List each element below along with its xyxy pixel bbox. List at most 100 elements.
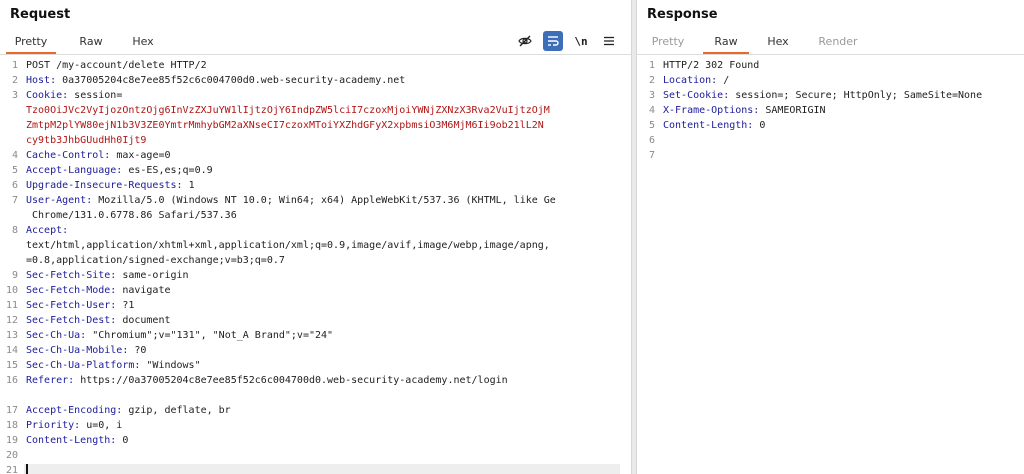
- header-value: max-age=0: [110, 150, 171, 161]
- tab-render[interactable]: Render: [809, 35, 867, 54]
- header-name: Accept-Encoding:: [26, 405, 123, 416]
- code-line: 2 Host: 0a37005204c8e7ee85f52c6c004700d0.…: [0, 74, 631, 88]
- tab-raw[interactable]: Raw: [66, 35, 116, 54]
- code-text: Tzo0OiJVc2VyIjozOntzOjg6InVzZXJuYW1lIjtz…: [26, 105, 550, 116]
- line-number: 3: [11, 90, 18, 101]
- header-name: User-Agent:: [26, 195, 93, 206]
- header-value: same-origin: [116, 270, 189, 281]
- line-number: 14: [5, 345, 18, 356]
- header-name: Sec-Ch-Ua-Platform:: [26, 360, 141, 371]
- tab-hex[interactable]: Hex: [118, 35, 168, 54]
- line-number: 2: [11, 75, 18, 86]
- header-value: navigate: [116, 285, 171, 296]
- header-value: gzip, deflate, br: [122, 405, 231, 416]
- code-line: 9 Sec-Fetch-Site: same-origin: [0, 269, 631, 283]
- line-number: 2: [648, 75, 655, 86]
- request-title: Request: [10, 7, 71, 22]
- line-number: 20: [5, 450, 18, 461]
- tab-pretty[interactable]: Pretty: [6, 35, 56, 54]
- code-text: Sec-Fetch-Mode: navigate: [26, 284, 627, 298]
- code-line: 19 Content-Length: 0: [0, 434, 631, 448]
- code-line: 15 Sec-Ch-Ua-Platform: "Windows": [0, 359, 631, 373]
- code-text: User-Agent: Mozilla/5.0 (Windows NT 10.0…: [26, 194, 627, 208]
- newline-icon[interactable]: \n: [571, 31, 591, 51]
- code-line: 6 Upgrade-Insecure-Requests: 1: [0, 179, 631, 193]
- code-text: HTTP/2 302 Found: [663, 60, 760, 71]
- code-line: 3 Set-Cookie: session=; Secure; HttpOnly;…: [637, 89, 1024, 103]
- header-value: Mozilla/5.0 (Windows NT 10.0; Win64; x64…: [92, 195, 556, 206]
- header-value: /: [717, 75, 730, 86]
- response-tabs: Pretty Raw Hex Render: [637, 32, 1024, 55]
- line-number: 1: [11, 60, 18, 71]
- code-line: 7 User-Agent: Mozilla/5.0 (Windows NT 10.…: [0, 194, 631, 208]
- line-number: 17: [5, 405, 18, 416]
- code-line: 10 Sec-Fetch-Mode: navigate: [0, 284, 631, 298]
- header-name: Sec-Fetch-Site:: [26, 270, 117, 281]
- code-line: 18 Priority: u=0, i: [0, 419, 631, 433]
- code-line: 12 Sec-Fetch-Dest: document: [0, 314, 631, 328]
- header-name: Location:: [663, 75, 718, 86]
- header-name: Content-Length:: [663, 120, 754, 131]
- response-title: Response: [647, 7, 718, 22]
- code-text: Host: 0a37005204c8e7ee85f52c6c004700d0.w…: [26, 74, 627, 88]
- line-number: 15: [5, 360, 18, 371]
- header-name: Priority:: [26, 420, 81, 431]
- line-number: 18: [5, 420, 18, 431]
- header-name: Upgrade-Insecure-Requests:: [26, 180, 183, 191]
- code-text: Priority: u=0, i: [26, 419, 627, 433]
- code-text: Sec-Fetch-Site: same-origin: [26, 269, 627, 283]
- line-number: 7: [11, 195, 18, 206]
- request-toolbar: \n: [515, 31, 625, 51]
- tab-pretty[interactable]: Pretty: [643, 35, 693, 54]
- code-text: Sec-Ch-Ua-Mobile: ?0: [26, 344, 627, 358]
- code-text: Accept-Language: es-ES,es;q=0.9: [26, 164, 627, 178]
- header-name: Cache-Control:: [26, 150, 111, 161]
- code-text: Sec-Fetch-User: ?1: [26, 299, 627, 313]
- eye-slash-icon[interactable]: [515, 31, 535, 51]
- line-number: 5: [11, 165, 18, 176]
- tab-hex[interactable]: Hex: [755, 35, 801, 54]
- code-line: Chrome/131.0.6778.86 Safari/537.36: [0, 209, 631, 223]
- header-name: Accept:: [26, 225, 69, 236]
- code-line: 1 HTTP/2 302 Found: [637, 59, 1024, 73]
- code-text: Referer: https://0a37005204c8e7ee85f52c6…: [26, 374, 627, 388]
- code-line: text/html,application/xhtml+xml,applicat…: [0, 239, 631, 253]
- header-name: Sec-Fetch-Dest:: [26, 315, 117, 326]
- code-line: 14 Sec-Ch-Ua-Mobile: ?0: [0, 344, 631, 358]
- header-value: "Windows": [140, 360, 201, 371]
- tab-raw[interactable]: Raw: [703, 35, 749, 54]
- code-text: ZmtpM2plYW80ejN1b3V3ZE0YmtrMmhybGM2aXNse…: [26, 120, 544, 131]
- header-name: Set-Cookie:: [663, 90, 730, 101]
- header-value: ?0: [128, 345, 147, 356]
- text-caret: [26, 464, 28, 474]
- header-name: Host:: [26, 75, 57, 86]
- wrap-icon[interactable]: [543, 31, 563, 51]
- code-line: 4 X-Frame-Options: SAMEORIGIN: [637, 104, 1024, 118]
- code-text: Location: /: [663, 74, 1020, 88]
- header-name: Referer:: [26, 375, 75, 386]
- menu-icon[interactable]: [599, 31, 619, 51]
- code-line: 20: [0, 449, 631, 463]
- response-editor[interactable]: 1 HTTP/2 302 Found 2 Location: / 3 Set-Cookie…: [637, 56, 1024, 474]
- code-text: Cache-Control: max-age=0: [26, 149, 627, 163]
- header-value: 0a37005204c8e7ee85f52c6c004700d0.web-sec…: [56, 75, 406, 86]
- code-line: 3 Cookie: session=: [0, 89, 631, 103]
- response-pane: Response Pretty Raw Hex Render 1 HTTP/2 3…: [637, 0, 1024, 474]
- line-number: 19: [5, 435, 18, 446]
- request-editor[interactable]: 1 POST /my-account/delete HTTP/2 2 Host: 0a…: [0, 56, 631, 474]
- header-value: https://0a37005204c8e7ee85f52c6c004700d0…: [74, 375, 508, 386]
- header-value: 1: [182, 180, 195, 191]
- code-text: Sec-Ch-Ua: "Chromium";v="131", "Not_A Br…: [26, 329, 627, 343]
- code-text: Set-Cookie: session=; Secure; HttpOnly; …: [663, 89, 1020, 103]
- line-number: 4: [648, 105, 655, 116]
- code-text: =0.8,application/signed-exchange;v=b3;q=…: [26, 255, 285, 266]
- header-value: SAMEORIGIN: [759, 105, 826, 116]
- line-number: 6: [11, 180, 18, 191]
- code-text: Content-Length: 0: [663, 119, 1020, 133]
- header-name: Cookie:: [26, 90, 69, 101]
- code-text: X-Frame-Options: SAMEORIGIN: [663, 104, 1020, 118]
- code-text: Sec-Fetch-Dest: document: [26, 314, 627, 328]
- header-value: u=0, i: [80, 420, 123, 431]
- code-line: 8 Accept:: [0, 224, 631, 238]
- code-line: 16 Referer: https://0a37005204c8e7ee85f52…: [0, 374, 631, 388]
